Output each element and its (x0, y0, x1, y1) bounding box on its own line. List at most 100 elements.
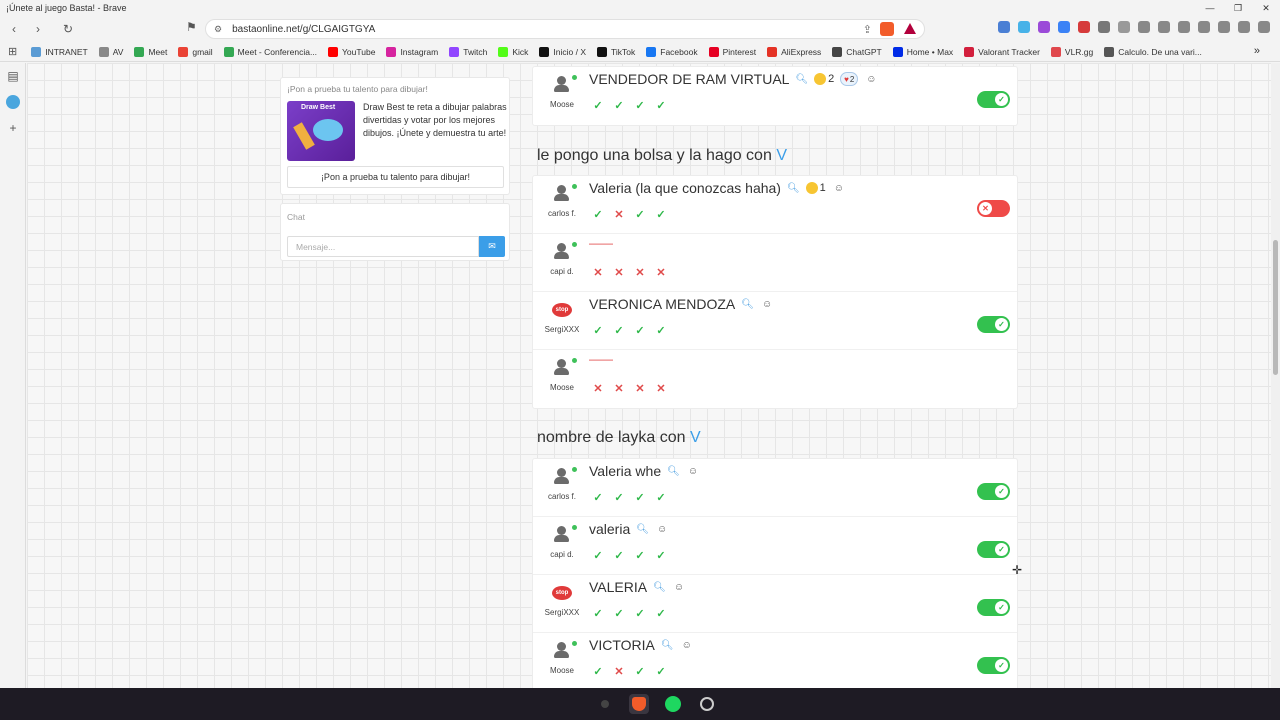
search-icon[interactable]: 🔍︎ (667, 466, 680, 477)
search-icon[interactable]: 🔍︎ (661, 640, 674, 651)
vote-check-icon: ✓ (614, 491, 624, 504)
accept-toggle[interactable]: ✓ (977, 541, 1010, 558)
translate-extension-icon[interactable] (998, 21, 1010, 33)
share-icon[interactable]: ⇪ (863, 23, 872, 36)
promo-button[interactable]: ¡Pon a prueba tu talento para dibujar! (287, 166, 504, 188)
bookmark-label: Inicio / X (553, 46, 586, 57)
brave-taskbar-icon[interactable] (629, 694, 649, 714)
bookmark-item[interactable]: Meet - Conferencia... (223, 46, 317, 57)
bookmark-item[interactable]: ChatGPT (832, 46, 882, 57)
windows-start-icon[interactable] (563, 695, 581, 713)
leo-ai-icon[interactable] (1218, 21, 1230, 33)
add-reaction-icon[interactable]: ☺ (688, 466, 698, 477)
bookmark-item[interactable]: Facebook (646, 46, 698, 57)
sidebar-panel-icon[interactable]: ▤ (0, 63, 26, 89)
reload-icon[interactable]: ↻ (58, 19, 78, 39)
page-scrollbar[interactable] (1271, 63, 1280, 688)
restore-icon[interactable]: ❐ (1224, 0, 1252, 16)
search-icon[interactable]: 🔍︎ (636, 524, 649, 535)
search-icon[interactable]: 🔍︎ (653, 582, 666, 593)
bookmark-item[interactable]: Instagram (386, 46, 438, 57)
extension-icon[interactable] (1098, 21, 1110, 33)
more-bookmarks-icon[interactable]: » (1254, 45, 1260, 57)
media-icon[interactable] (1158, 21, 1170, 33)
sidebar-toggle-icon[interactable] (1178, 21, 1190, 33)
bookmark-item[interactable]: INTRANET (31, 46, 88, 57)
bookmark-item[interactable]: TikTok (597, 46, 635, 57)
settings-taskbar-icon[interactable] (697, 694, 717, 714)
back-icon[interactable]: ‹ (4, 19, 24, 39)
close-icon[interactable]: ✕ (1252, 0, 1280, 16)
bookmark-item[interactable]: Meet (134, 46, 167, 57)
vote-cross-icon: ✕ (656, 382, 666, 395)
bookmark-item[interactable]: Pinterest (708, 46, 756, 57)
accept-toggle[interactable]: ✕ (977, 200, 1010, 217)
extension-icon[interactable] (1118, 21, 1130, 33)
search-icon[interactable]: 🔍︎ (741, 299, 754, 310)
add-reaction-icon[interactable]: ☺ (657, 524, 667, 535)
bookmark-item[interactable]: Valorant Tracker (964, 46, 1040, 57)
add-reaction-icon[interactable]: ☺ (674, 582, 684, 593)
vpn-icon[interactable] (1238, 21, 1250, 33)
site-info-icon[interactable]: ⚙ (214, 24, 222, 35)
brave-rewards-icon[interactable] (904, 23, 916, 34)
add-icon[interactable]: + (0, 115, 26, 141)
bookmark-icon[interactable]: ⚑ (186, 20, 197, 34)
vote-check-icon: ✓ (593, 491, 603, 504)
stop-avatar-icon: stop (552, 583, 572, 601)
accept-toggle[interactable]: ✓ (977, 316, 1010, 333)
bookmark-label: YouTube (342, 46, 376, 57)
extensions-puzzle-icon[interactable] (1138, 21, 1150, 33)
bookmark-favicon-icon (223, 46, 234, 57)
vote-cross-icon: ✕ (614, 208, 624, 221)
chat-input[interactable]: Mensaje... (287, 236, 479, 257)
add-reaction-icon[interactable]: ☺ (762, 299, 772, 310)
bookmark-item[interactable]: Calculo. De una vari... (1104, 46, 1202, 57)
add-reaction-icon[interactable]: ☺ (866, 74, 876, 85)
reaction-group[interactable]: 1 (805, 182, 826, 194)
bookmark-item[interactable]: Home • Max (892, 46, 953, 57)
add-reaction-icon[interactable]: ☺ (682, 640, 692, 651)
taskbar-app-icon[interactable] (595, 694, 615, 714)
add-reaction-icon[interactable]: ☺ (834, 183, 844, 194)
address-bar[interactable]: ⚙ bastaonline.net/g/CLGAIGTGYA ⇪ (205, 19, 925, 39)
bookmark-item[interactable]: AliExpress (767, 46, 821, 57)
forward-icon[interactable]: › (28, 19, 48, 39)
bookmark-item[interactable]: YouTube (328, 46, 376, 57)
bookmark-item[interactable]: Twitch (449, 46, 487, 57)
draw-best-image[interactable]: Draw Best (287, 101, 355, 161)
wallet-icon[interactable] (1198, 21, 1210, 33)
extension-icon[interactable] (1038, 21, 1050, 33)
menu-icon[interactable] (1258, 21, 1270, 33)
apps-grid-icon[interactable]: ⊞ (8, 45, 17, 58)
accept-toggle[interactable]: ✓ (977, 599, 1010, 616)
heart-reaction-button[interactable]: ♥ 2 (840, 72, 859, 86)
bookmark-favicon-icon (539, 46, 550, 57)
search-icon[interactable]: 🔍︎ (795, 74, 808, 85)
user-avatar-icon (553, 525, 577, 543)
bookmark-item[interactable]: gmail (178, 46, 213, 57)
accept-toggle[interactable]: ✓ (977, 91, 1010, 108)
url-text[interactable]: bastaonline.net/g/CLGAIGTGYA (232, 24, 375, 35)
votes-group: ✓ ✕ ✓ ✓ (591, 207, 668, 221)
bookmark-item[interactable]: VLR.gg (1050, 46, 1093, 57)
search-icon[interactable]: 🔍︎ (787, 183, 800, 194)
extension-icon[interactable] (1018, 21, 1030, 33)
bookmark-favicon-icon (597, 46, 607, 57)
bookmark-item[interactable]: Kick (498, 46, 528, 57)
accept-toggle[interactable]: ✓ (977, 483, 1010, 500)
vote-cross-icon: ✕ (593, 266, 603, 279)
extension-icon[interactable] (1078, 21, 1090, 33)
extension-icon[interactable] (1058, 21, 1070, 33)
bookmark-item[interactable]: AV (98, 46, 123, 57)
vote-check-icon: ✓ (656, 208, 666, 221)
minimize-icon[interactable]: — (1196, 0, 1224, 16)
bookmark-item[interactable]: Inicio / X (539, 46, 586, 57)
sidebar-app-icon[interactable] (0, 89, 26, 115)
reaction-group[interactable]: 2 (814, 73, 834, 85)
brave-shields-icon[interactable] (880, 22, 894, 36)
accept-toggle[interactable]: ✓ (977, 657, 1010, 674)
spotify-taskbar-icon[interactable] (663, 694, 683, 714)
send-message-button[interactable]: ✉ (479, 236, 505, 257)
answer-text: VICTORIA (589, 637, 655, 653)
